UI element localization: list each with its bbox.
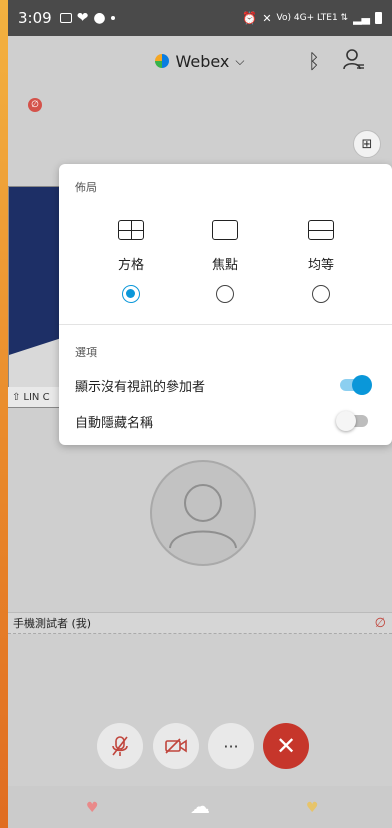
status-time: 3:09 <box>18 9 52 27</box>
more-button[interactable]: ··· <box>208 723 254 769</box>
mute-button[interactable] <box>97 723 143 769</box>
radio-stack[interactable] <box>312 285 330 303</box>
popup-divider <box>59 324 392 325</box>
webex-logo-icon <box>155 54 170 68</box>
stack-icon <box>308 220 334 240</box>
shared-screen-tile[interactable] <box>8 186 64 408</box>
bottom-tray: ♥ ☁ ♥ <box>8 786 392 828</box>
heart-pink-icon[interactable]: ♥ <box>86 800 99 816</box>
app-header: Webex ⌵ ᛒ <box>8 36 392 86</box>
focus-icon <box>212 220 238 240</box>
layout-section-title: 佈局 <box>75 181 97 194</box>
toggle-knob <box>352 375 372 395</box>
more-notifications-icon <box>110 16 115 20</box>
participants-icon[interactable] <box>343 48 365 72</box>
muted-indicator-icon: ∅ <box>28 98 42 112</box>
show-no-video-label: 顯示沒有視訊的參加者 <box>75 380 206 395</box>
grid-icon <box>118 220 144 240</box>
radio-focus[interactable] <box>216 285 234 303</box>
layout-option-grid[interactable]: 方格 <box>101 220 161 303</box>
layout-option-focus[interactable]: 焦點 <box>195 220 255 303</box>
layout-toggle-button[interactable]: ⊞ <box>353 130 381 158</box>
messenger-icon: ❤ <box>76 10 89 26</box>
auto-hide-names-label: 自動隱藏名稱 <box>75 416 154 431</box>
network-label: Vo) 4G+ LTE1 ⇅ <box>276 13 349 23</box>
layout-option-label: 均等 <box>307 258 334 273</box>
toggle-knob <box>336 411 356 431</box>
mute-status-icon: ✕ <box>262 11 272 25</box>
show-no-video-toggle[interactable] <box>340 375 372 395</box>
heart-gold-icon[interactable]: ♥ <box>306 800 319 816</box>
self-name: 手機測試者 (我) <box>13 617 92 630</box>
end-call-button[interactable]: ✕ <box>263 723 309 769</box>
chat-icon: ● <box>93 10 106 26</box>
status-bar: 3:09 ❤ ● ⏰ ✕ Vo) 4G+ LTE1 ⇅ ▂▄ <box>8 0 392 36</box>
radio-grid[interactable] <box>122 285 140 303</box>
alarm-icon: ⏰ <box>242 11 258 25</box>
layout-option-stack[interactable]: 均等 <box>291 220 351 303</box>
share-icon: ⇧ <box>12 391 21 403</box>
layout-popup: 佈局 方格 焦點 均等 選項 顯示沒有視訊的參加者 自動隱藏名稱 <box>59 164 392 445</box>
shared-presenter-name: LIN C <box>23 391 50 403</box>
bluetooth-icon[interactable]: ᛒ <box>308 49 320 73</box>
gallery-icon <box>59 13 72 23</box>
video-off-icon <box>165 738 187 754</box>
mic-off-icon: ∅ <box>374 616 386 631</box>
self-view-bar: 手機測試者 (我) ∅ <box>8 612 392 634</box>
video-button[interactable] <box>153 723 199 769</box>
site-selector[interactable]: Webex ⌵ <box>155 51 245 71</box>
auto-hide-names-toggle[interactable] <box>336 411 368 431</box>
layout-option-label: 方格 <box>117 258 144 273</box>
mic-off-icon <box>112 736 128 756</box>
app-title: Webex <box>175 51 230 71</box>
signal-icon: ▂▄ <box>353 11 370 25</box>
system-icons: ⏰ ✕ Vo) 4G+ LTE1 ⇅ ▂▄ <box>242 11 382 25</box>
shared-tile-label: ⇧ LIN C <box>8 387 64 407</box>
self-avatar <box>150 460 256 566</box>
phone-screen: 3:09 ❤ ● ⏰ ✕ Vo) 4G+ LTE1 ⇅ ▂▄ Webex ⌵ ᛒ <box>8 0 392 828</box>
cat-sticker-icon[interactable]: ☁ <box>190 794 210 818</box>
battery-icon <box>375 12 382 24</box>
options-section-title: 選項 <box>75 346 97 359</box>
chevron-down-icon: ⌵ <box>235 53 245 68</box>
layout-option-label: 焦點 <box>211 258 238 273</box>
person-icon <box>169 484 237 549</box>
notification-icons: ❤ ● <box>59 10 115 26</box>
